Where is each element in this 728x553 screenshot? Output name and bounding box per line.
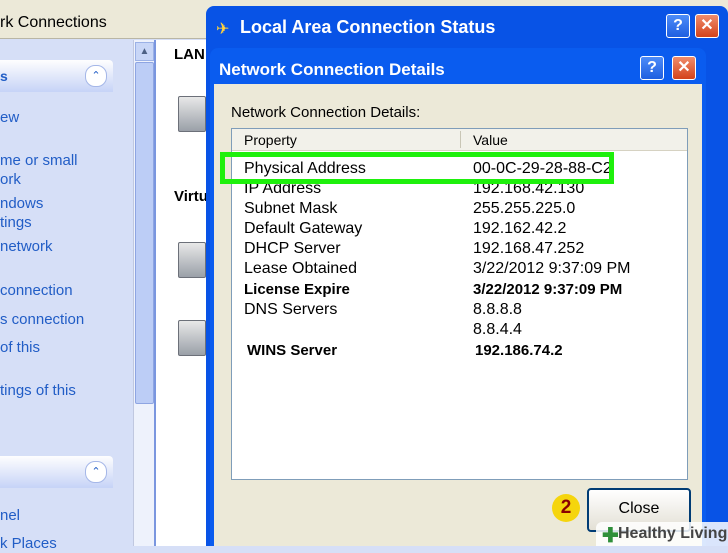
table-row[interactable]: WINS Server 192.186.74.2 <box>232 341 687 361</box>
table-row[interactable]: DHCP Server 192.168.47.252 <box>232 239 687 259</box>
collapse-chevron-icon[interactable]: ⌃ <box>85 461 107 483</box>
task-link[interactable]: s connection <box>0 310 84 329</box>
network-computer-icon[interactable] <box>178 96 206 132</box>
details-label: Network Connection Details: <box>231 104 421 121</box>
property-cell: License Expire <box>244 281 350 298</box>
task-link[interactable]: ew <box>0 108 19 127</box>
value-cell: 3/22/2012 9:37:09 PM <box>473 260 631 277</box>
task-pane: s ⌃ ew me or small ork ndows tings netwo… <box>0 40 136 552</box>
section-virtual-label: Virtu <box>174 188 208 205</box>
task-group-header[interactable]: ⌃ <box>0 456 113 488</box>
network-computer-icon[interactable] <box>178 320 206 356</box>
task-link[interactable]: of this <box>0 338 40 357</box>
task-link[interactable]: ndows <box>0 194 43 213</box>
property-cell: Default Gateway <box>244 220 363 237</box>
help-button[interactable]: ? <box>640 56 664 80</box>
task-group-title: s <box>0 68 8 84</box>
table-row[interactable]: License Expire 3/22/2012 9:37:09 PM <box>232 280 687 300</box>
plus-icon: ✚ <box>602 525 619 547</box>
column-divider[interactable] <box>460 131 461 148</box>
status-window-title: Local Area Connection Status <box>240 17 496 37</box>
property-cell: Subnet Mask <box>244 200 338 217</box>
section-lan-label: LAN <box>174 46 205 63</box>
help-button[interactable]: ? <box>666 14 690 38</box>
table-row[interactable]: 8.8.4.4 <box>232 320 687 340</box>
table-row[interactable]: Subnet Mask 255.255.225.0 <box>232 199 687 219</box>
close-icon[interactable]: ✕ <box>672 56 696 80</box>
collapse-chevron-icon[interactable]: ⌃ <box>85 65 107 87</box>
scrollbar-thumb[interactable] <box>135 62 154 404</box>
value-cell: 3/22/2012 9:37:09 PM <box>473 281 623 298</box>
network-connection-icon: ✈ <box>216 21 230 38</box>
column-header-property[interactable]: Property <box>244 132 297 148</box>
dialog-title: Network Connection Details <box>219 60 445 79</box>
watermark: ✚ Healthy Living <box>596 522 728 547</box>
property-cell: Lease Obtained <box>244 260 357 277</box>
watermark-text: Healthy Living <box>618 525 728 542</box>
property-cell: DHCP Server <box>244 240 341 257</box>
close-icon[interactable]: ✕ <box>695 14 719 38</box>
task-group-header[interactable]: s ⌃ <box>0 60 113 92</box>
value-cell: 255.255.225.0 <box>473 200 576 217</box>
task-link[interactable]: tings <box>0 213 32 232</box>
task-link[interactable]: k Places <box>0 534 57 553</box>
table-row[interactable]: Lease Obtained 3/22/2012 9:37:09 PM <box>232 259 687 279</box>
listview-header: Property Value <box>232 129 687 151</box>
value-cell: 8.8.4.4 <box>473 321 522 338</box>
value-cell: 192.168.47.252 <box>473 240 585 257</box>
network-computer-icon[interactable] <box>178 242 206 278</box>
task-link[interactable]: ork <box>0 170 21 189</box>
explorer-title: rk Connections <box>0 14 107 31</box>
property-cell: WINS Server <box>247 342 338 359</box>
value-cell: 192.186.74.2 <box>475 342 563 359</box>
value-cell: 192.162.42.2 <box>473 220 567 237</box>
task-link[interactable]: nel <box>0 506 20 525</box>
property-cell: DNS Servers <box>244 301 338 318</box>
details-dialog: Network Connection Details ? ✕ Network C… <box>210 48 706 546</box>
task-link[interactable]: me or small <box>0 151 78 170</box>
highlight-box <box>220 152 614 184</box>
task-link[interactable]: connection <box>0 281 73 300</box>
task-pane-scrollbar[interactable]: ▲ <box>133 40 154 546</box>
step-number-badge: 2 <box>552 494 580 522</box>
column-header-value[interactable]: Value <box>473 132 508 148</box>
table-row[interactable]: DNS Servers 8.8.8.8 <box>232 300 687 320</box>
task-link[interactable]: tings of this <box>0 381 76 400</box>
scroll-up-icon[interactable]: ▲ <box>135 42 154 61</box>
table-row[interactable]: Default Gateway 192.162.42.2 <box>232 219 687 239</box>
task-link[interactable]: network <box>0 237 53 256</box>
value-cell: 8.8.8.8 <box>473 301 522 318</box>
